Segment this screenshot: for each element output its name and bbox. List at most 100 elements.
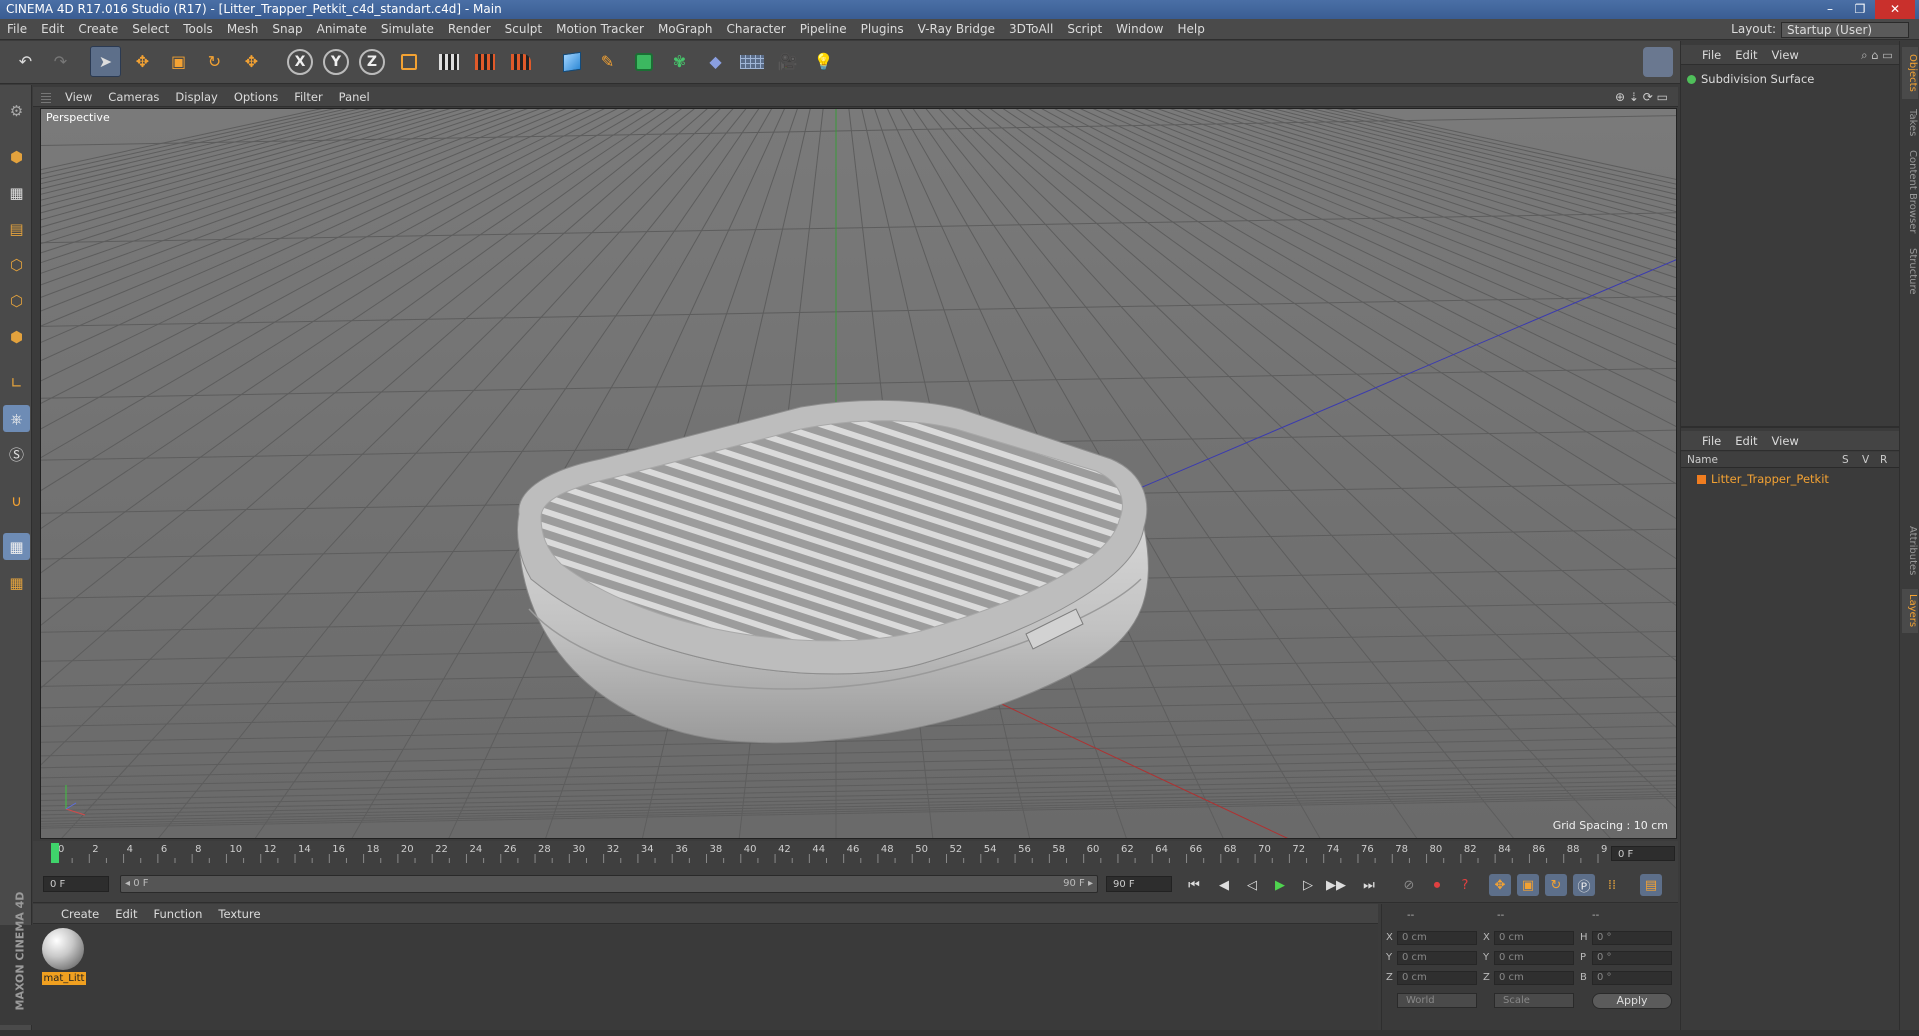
go-to-start-icon[interactable]: ⏮ bbox=[1183, 874, 1205, 896]
coordinate-space-dropdown[interactable]: World bbox=[1397, 993, 1477, 1008]
edges-mode-icon[interactable]: ⬡ bbox=[3, 287, 30, 314]
current-frame-field[interactable]: 0 F bbox=[1611, 846, 1675, 861]
material-menu-texture[interactable]: Texture bbox=[210, 904, 268, 924]
key-pla-icon[interactable]: ⁞⁞ bbox=[1601, 874, 1623, 896]
next-frame-icon[interactable]: ▷ bbox=[1297, 874, 1319, 896]
spline-pen-icon[interactable]: ✎ bbox=[592, 46, 623, 77]
layer-menu-edit[interactable]: Edit bbox=[1728, 431, 1764, 451]
axis-y-icon[interactable]: Y bbox=[323, 49, 349, 75]
object-menu-edit[interactable]: Edit bbox=[1728, 45, 1764, 65]
menu-simulate[interactable]: Simulate bbox=[374, 19, 441, 39]
transform-icon[interactable]: ✥ bbox=[236, 46, 267, 77]
snap-icon[interactable]: Ⓢ bbox=[3, 441, 30, 468]
floor-icon[interactable] bbox=[736, 46, 767, 77]
playhead[interactable] bbox=[51, 843, 59, 863]
menu-edit[interactable]: Edit bbox=[34, 19, 71, 39]
python-icon[interactable] bbox=[1643, 47, 1673, 77]
magnet-icon[interactable]: ∪ bbox=[3, 487, 30, 514]
menu-motion-tracker[interactable]: Motion Tracker bbox=[549, 19, 651, 39]
scale-icon[interactable]: ▣ bbox=[163, 46, 194, 77]
rotate-icon[interactable]: ↻ bbox=[199, 46, 230, 77]
tab-takes[interactable]: Takes bbox=[1902, 103, 1918, 143]
viewport-menu-panel[interactable]: Panel bbox=[331, 87, 378, 107]
key-parameter-icon[interactable]: Ⓟ bbox=[1573, 874, 1595, 896]
rot-b-field[interactable]: 0 ° bbox=[1592, 971, 1672, 985]
menu-sculpt[interactable]: Sculpt bbox=[498, 19, 549, 39]
viewport-navigation-icons[interactable]: ⊕ ⇣ ⟳ ▭ bbox=[1615, 87, 1678, 107]
autokey-icon[interactable]: ⏺ bbox=[1426, 874, 1448, 896]
key-scale-icon[interactable]: ▣ bbox=[1517, 874, 1539, 896]
cloner-icon[interactable]: ✾ bbox=[664, 46, 695, 77]
layer-menu-file[interactable]: File bbox=[1695, 431, 1728, 451]
camera-icon[interactable]: 🎥 bbox=[772, 46, 803, 77]
move-icon[interactable]: ✥ bbox=[127, 46, 158, 77]
close-button[interactable]: ✕ bbox=[1875, 0, 1915, 19]
texture-mode-icon[interactable]: ▦ bbox=[3, 179, 30, 206]
menu-character[interactable]: Character bbox=[719, 19, 792, 39]
tab-attributes[interactable]: Attributes bbox=[1902, 521, 1918, 581]
menu-pipeline[interactable]: Pipeline bbox=[793, 19, 854, 39]
menu-mograph[interactable]: MoGraph bbox=[651, 19, 720, 39]
tab-objects[interactable]: Objects bbox=[1902, 47, 1918, 99]
material-menu-edit[interactable]: Edit bbox=[107, 904, 145, 924]
viewport-menu-options[interactable]: Options bbox=[226, 87, 286, 107]
apply-button[interactable]: Apply bbox=[1592, 993, 1672, 1009]
redo-icon[interactable]: ↷ bbox=[45, 46, 76, 77]
menu-file[interactable]: File bbox=[0, 19, 34, 39]
key-rotation-icon[interactable]: ↻ bbox=[1545, 874, 1567, 896]
viewport-camera-label[interactable]: Perspective bbox=[46, 111, 110, 124]
menu-3dtoall[interactable]: 3DToAll bbox=[1002, 19, 1060, 39]
key-position-icon[interactable]: ✥ bbox=[1489, 874, 1511, 896]
menu-create[interactable]: Create bbox=[71, 19, 125, 39]
tab-layers[interactable]: Layers bbox=[1902, 589, 1918, 633]
size-y-field[interactable]: 0 cm bbox=[1494, 951, 1574, 965]
menu-vray-bridge[interactable]: V-Ray Bridge bbox=[911, 19, 1002, 39]
layer-row[interactable]: Litter_Trapper_Petkit bbox=[1697, 470, 1829, 488]
render-settings-icon[interactable] bbox=[505, 46, 536, 77]
subdivision-surface-icon[interactable] bbox=[628, 46, 659, 77]
record-keys-disabled-icon[interactable]: ⊘ bbox=[1398, 874, 1420, 896]
menu-script[interactable]: Script bbox=[1060, 19, 1109, 39]
material-swatch[interactable]: mat_Litt bbox=[42, 928, 86, 990]
render-picture-viewer-icon[interactable] bbox=[469, 46, 500, 77]
viewport-menu-filter[interactable]: Filter bbox=[286, 87, 330, 107]
planar-workplane-icon[interactable]: ▦ bbox=[3, 569, 30, 596]
layout-dropdown[interactable]: Startup (User) bbox=[1781, 21, 1909, 38]
rot-h-field[interactable]: 0 ° bbox=[1592, 931, 1672, 945]
cube-primitive-icon[interactable] bbox=[556, 46, 587, 77]
timeline-ruler[interactable]: 0 2 4 6 8 10 12 14 16 18 20 22 24 26 28 30 32 34 36 38 40 42 4… bbox=[33, 841, 1678, 865]
size-mode-dropdown[interactable]: Scale bbox=[1494, 993, 1574, 1008]
coordinate-system-icon[interactable] bbox=[393, 46, 424, 77]
go-to-end-icon[interactable]: ⏭ bbox=[1358, 874, 1380, 896]
material-menu-function[interactable]: Function bbox=[146, 904, 211, 924]
menu-help[interactable]: Help bbox=[1170, 19, 1211, 39]
undo-icon[interactable]: ↶ bbox=[10, 46, 41, 77]
tab-structure[interactable]: Structure bbox=[1902, 241, 1918, 301]
previous-key-icon[interactable]: ◀ bbox=[1213, 874, 1235, 896]
viewport-menu-display[interactable]: Display bbox=[167, 87, 225, 107]
size-x-field[interactable]: 0 cm bbox=[1494, 931, 1574, 945]
object-row-subdivision-surface[interactable]: Subdivision Surface bbox=[1687, 70, 1814, 88]
menu-select[interactable]: Select bbox=[125, 19, 176, 39]
previous-frame-icon[interactable]: ◁ bbox=[1241, 874, 1263, 896]
deformer-icon[interactable]: ◆ bbox=[700, 46, 731, 77]
menu-render[interactable]: Render bbox=[441, 19, 498, 39]
object-menu-file[interactable]: File bbox=[1695, 45, 1728, 65]
end-frame-field[interactable]: 90 F bbox=[1106, 876, 1172, 892]
menu-animate[interactable]: Animate bbox=[310, 19, 374, 39]
rot-p-field[interactable]: 0 ° bbox=[1592, 951, 1672, 965]
size-z-field[interactable]: 0 cm bbox=[1494, 971, 1574, 985]
axis-mode-icon[interactable]: ∟ bbox=[3, 369, 30, 396]
menu-snap[interactable]: Snap bbox=[265, 19, 309, 39]
start-frame-field[interactable]: 0 F bbox=[43, 876, 109, 892]
axis-x-icon[interactable]: X bbox=[287, 49, 313, 75]
material-menu-create[interactable]: Create bbox=[53, 904, 107, 924]
timeline-window-icon[interactable]: ▤ bbox=[1640, 874, 1662, 896]
menu-window[interactable]: Window bbox=[1109, 19, 1170, 39]
viewport-menu-cameras[interactable]: Cameras bbox=[100, 87, 167, 107]
play-icon[interactable]: ▶ bbox=[1269, 874, 1291, 896]
next-key-icon[interactable]: ▶▶ bbox=[1325, 874, 1347, 896]
menu-plugins[interactable]: Plugins bbox=[854, 19, 911, 39]
light-icon[interactable]: 💡 bbox=[808, 46, 839, 77]
polygons-mode-icon[interactable]: ⬢ bbox=[3, 323, 30, 350]
